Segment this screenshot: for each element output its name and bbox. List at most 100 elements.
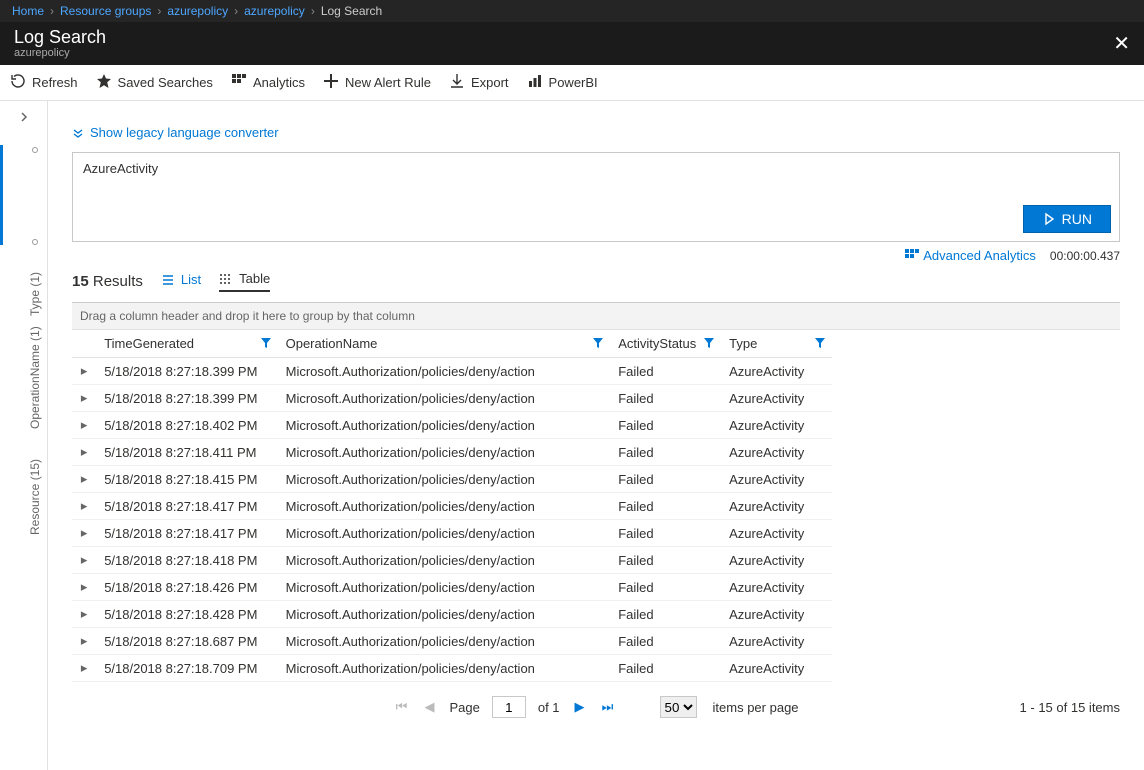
powerbi-button[interactable]: PowerBI	[527, 73, 598, 92]
view-list-label: List	[181, 272, 201, 287]
filter-icon[interactable]	[703, 337, 715, 349]
advanced-analytics-link[interactable]: Advanced Analytics	[905, 248, 1036, 263]
cell-operation: Microsoft.Authorization/policies/deny/ac…	[278, 412, 611, 439]
breadcrumb-azurepolicy-2[interactable]: azurepolicy	[244, 4, 305, 18]
pager-last[interactable]: ⏭	[600, 699, 616, 715]
rail-label-type[interactable]: Type (1)	[28, 272, 42, 316]
cell-status: Failed	[610, 520, 721, 547]
query-text: AzureActivity	[83, 161, 158, 176]
expand-row-button[interactable]: ▸	[72, 439, 96, 466]
table-row[interactable]: ▸5/18/2018 8:27:18.399 PMMicrosoft.Autho…	[72, 358, 832, 385]
cell-status: Failed	[610, 439, 721, 466]
cell-operation: Microsoft.Authorization/policies/deny/ac…	[278, 628, 611, 655]
cell-type: AzureActivity	[721, 385, 832, 412]
run-label: RUN	[1062, 211, 1092, 227]
table-row[interactable]: ▸5/18/2018 8:27:18.417 PMMicrosoft.Autho…	[72, 520, 832, 547]
close-button[interactable]: ✕	[1113, 31, 1130, 56]
expand-row-button[interactable]: ▸	[72, 574, 96, 601]
analytics-label: Analytics	[253, 75, 305, 90]
cell-type: AzureActivity	[721, 358, 832, 385]
view-table-label: Table	[239, 271, 270, 286]
expand-row-button[interactable]: ▸	[72, 466, 96, 493]
view-table-toggle[interactable]: Table	[219, 271, 270, 292]
table-row[interactable]: ▸5/18/2018 8:27:18.417 PMMicrosoft.Autho…	[72, 493, 832, 520]
table-row[interactable]: ▸5/18/2018 8:27:18.709 PMMicrosoft.Autho…	[72, 655, 832, 682]
rail-label-operation[interactable]: OperationName (1)	[28, 326, 42, 429]
toolbar: Refresh Saved Searches Analytics New Ale…	[0, 65, 1144, 101]
view-list-toggle[interactable]: List	[161, 272, 201, 291]
saved-searches-button[interactable]: Saved Searches	[96, 73, 213, 92]
results-table-wrap: Drag a column header and drop it here to…	[72, 302, 1120, 682]
query-elapsed-time: 00:00:00.437	[1050, 249, 1120, 263]
pager-prev[interactable]: ◀	[421, 699, 437, 715]
expand-row-button[interactable]: ▸	[72, 655, 96, 682]
filter-icon[interactable]	[592, 337, 604, 349]
cell-time: 5/18/2018 8:27:18.417 PM	[96, 520, 277, 547]
cell-status: Failed	[610, 628, 721, 655]
cell-type: AzureActivity	[721, 493, 832, 520]
pager-first[interactable]: ⏮	[393, 699, 409, 715]
breadcrumb-home[interactable]: Home	[12, 4, 44, 18]
cell-type: AzureActivity	[721, 412, 832, 439]
query-editor[interactable]: AzureActivity RUN	[72, 152, 1120, 242]
cell-status: Failed	[610, 466, 721, 493]
rail-label-resource[interactable]: Resource (15)	[28, 459, 42, 535]
table-row[interactable]: ▸5/18/2018 8:27:18.402 PMMicrosoft.Autho…	[72, 412, 832, 439]
expand-row-button[interactable]: ▸	[72, 520, 96, 547]
new-alert-rule-button[interactable]: New Alert Rule	[323, 73, 431, 92]
column-operation[interactable]: OperationName	[278, 330, 611, 358]
cell-time: 5/18/2018 8:27:18.426 PM	[96, 574, 277, 601]
expand-row-button[interactable]: ▸	[72, 358, 96, 385]
filter-icon[interactable]	[260, 337, 272, 349]
pager-summary: 1 - 15 of 15 items	[1020, 700, 1120, 715]
refresh-icon	[10, 73, 26, 92]
expand-row-button[interactable]: ▸	[72, 547, 96, 574]
table-row[interactable]: ▸5/18/2018 8:27:18.426 PMMicrosoft.Autho…	[72, 574, 832, 601]
legacy-converter-label: Show legacy language converter	[90, 125, 279, 140]
cell-type: AzureActivity	[721, 547, 832, 574]
chevron-down-double-icon	[72, 127, 84, 139]
pager-page-input[interactable]	[492, 696, 526, 718]
cell-type: AzureActivity	[721, 466, 832, 493]
cell-type: AzureActivity	[721, 628, 832, 655]
breadcrumb-resource-groups[interactable]: Resource groups	[60, 4, 151, 18]
breadcrumb-azurepolicy-1[interactable]: azurepolicy	[167, 4, 228, 18]
expand-rail-button[interactable]	[18, 111, 30, 126]
pager-next[interactable]: ▶	[572, 699, 588, 715]
saved-searches-label: Saved Searches	[118, 75, 213, 90]
expand-row-button[interactable]: ▸	[72, 412, 96, 439]
column-expand	[72, 330, 96, 358]
filter-icon[interactable]	[814, 337, 826, 349]
table-row[interactable]: ▸5/18/2018 8:27:18.687 PMMicrosoft.Autho…	[72, 628, 832, 655]
breadcrumb-current: Log Search	[321, 4, 382, 18]
legacy-converter-link[interactable]: Show legacy language converter	[72, 125, 279, 140]
column-time[interactable]: TimeGenerated	[96, 330, 277, 358]
cell-status: Failed	[610, 412, 721, 439]
column-type[interactable]: Type	[721, 330, 832, 358]
analytics-icon	[231, 73, 247, 92]
export-button[interactable]: Export	[449, 73, 509, 92]
rail-accent	[0, 145, 3, 245]
column-status[interactable]: ActivityStatus	[610, 330, 721, 358]
cell-operation: Microsoft.Authorization/policies/deny/ac…	[278, 493, 611, 520]
table-row[interactable]: ▸5/18/2018 8:27:18.428 PMMicrosoft.Autho…	[72, 601, 832, 628]
pager-page-size[interactable]: 50	[660, 696, 697, 718]
group-hint[interactable]: Drag a column header and drop it here to…	[72, 303, 1120, 330]
table-row[interactable]: ▸5/18/2018 8:27:18.415 PMMicrosoft.Autho…	[72, 466, 832, 493]
play-icon	[1042, 212, 1056, 226]
analytics-button[interactable]: Analytics	[231, 73, 305, 92]
table-row[interactable]: ▸5/18/2018 8:27:18.418 PMMicrosoft.Autho…	[72, 547, 832, 574]
results-table: TimeGenerated OperationName ActivityStat…	[72, 330, 832, 682]
expand-row-button[interactable]: ▸	[72, 601, 96, 628]
expand-row-button[interactable]: ▸	[72, 628, 96, 655]
cell-type: AzureActivity	[721, 520, 832, 547]
expand-row-button[interactable]: ▸	[72, 385, 96, 412]
powerbi-label: PowerBI	[549, 75, 598, 90]
cell-time: 5/18/2018 8:27:18.418 PM	[96, 547, 277, 574]
table-row[interactable]: ▸5/18/2018 8:27:18.399 PMMicrosoft.Autho…	[72, 385, 832, 412]
table-row[interactable]: ▸5/18/2018 8:27:18.411 PMMicrosoft.Autho…	[72, 439, 832, 466]
expand-row-button[interactable]: ▸	[72, 493, 96, 520]
cell-type: AzureActivity	[721, 655, 832, 682]
run-button[interactable]: RUN	[1023, 205, 1111, 233]
refresh-button[interactable]: Refresh	[10, 73, 78, 92]
